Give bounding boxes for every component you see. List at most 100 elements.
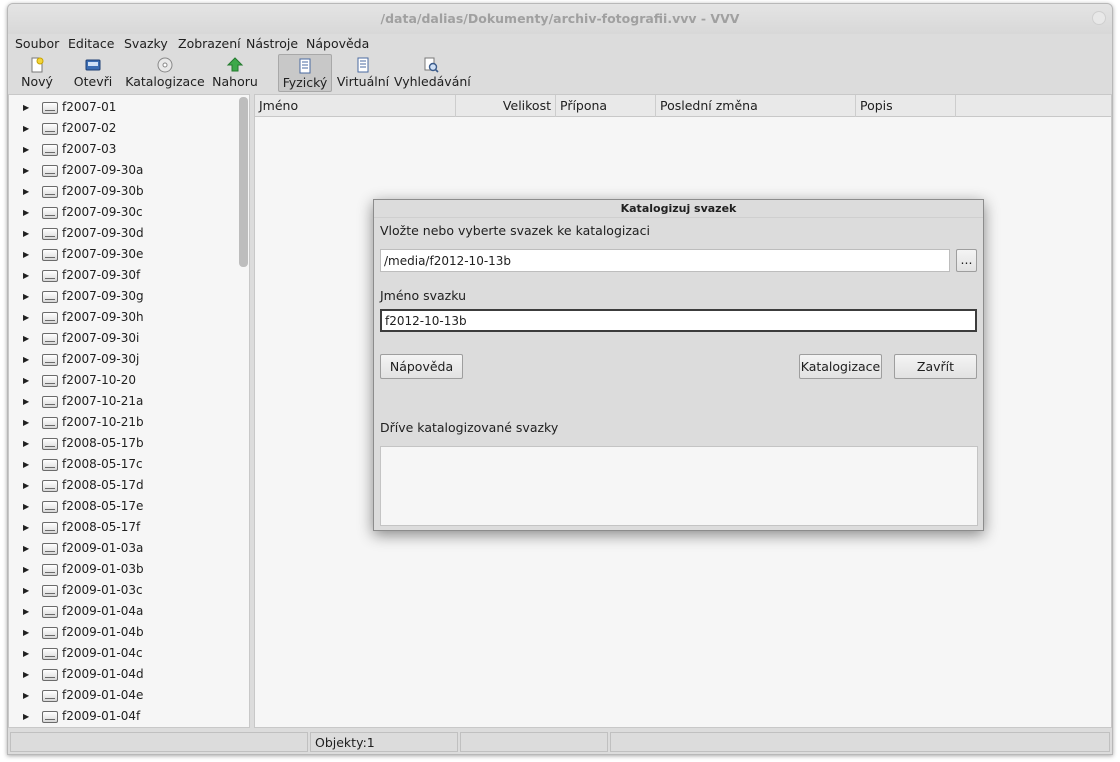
tree-item[interactable]: ▶ f2009-01-03a <box>9 538 237 559</box>
tree-item[interactable]: ▶ f2007-09-30a <box>9 160 237 181</box>
tree-item-label: f2008-05-17f <box>62 520 141 534</box>
expand-arrow-icon[interactable]: ▶ <box>23 286 29 307</box>
close-button[interactable]: Zavřít <box>894 354 977 379</box>
tree-item[interactable]: ▶ f2008-05-17c <box>9 454 237 475</box>
expand-arrow-icon[interactable]: ▶ <box>23 643 29 664</box>
tree-item-label: f2007-09-30j <box>62 352 140 366</box>
column-description[interactable]: Popis <box>856 95 956 117</box>
tree-item[interactable]: ▶ f2007-09-30h <box>9 307 237 328</box>
expand-arrow-icon[interactable]: ▶ <box>23 307 29 328</box>
tree-item-label: f2008-05-17e <box>62 499 144 513</box>
expand-arrow-icon[interactable]: ▶ <box>23 349 29 370</box>
tree-item-label: f2007-09-30e <box>62 247 144 261</box>
tree-item[interactable]: ▶ f2008-05-17b <box>9 433 237 454</box>
tree-item[interactable]: ▶ f2007-09-30g <box>9 286 237 307</box>
expand-arrow-icon[interactable]: ▶ <box>23 370 29 391</box>
column-extension[interactable]: Přípona <box>556 95 656 117</box>
tree-item[interactable]: ▶ f2007-09-30j <box>9 349 237 370</box>
expand-arrow-icon[interactable]: ▶ <box>23 475 29 496</box>
tree-item-label: f2009-01-04d <box>62 667 144 681</box>
physical-view-button[interactable]: Fyzický <box>278 54 332 92</box>
tree-item[interactable]: ▶ f2009-01-04d <box>9 664 237 685</box>
open-button[interactable]: Otevři <box>70 54 116 92</box>
catalog-button[interactable]: Katalogizace <box>124 54 206 92</box>
expand-arrow-icon[interactable]: ▶ <box>23 202 29 223</box>
tree-item[interactable]: ▶ f2009-01-03c <box>9 580 237 601</box>
tree-item[interactable]: ▶ f2007-09-30f <box>9 265 237 286</box>
expand-arrow-icon[interactable]: ▶ <box>23 118 29 139</box>
tree-item-label: f2007-09-30i <box>62 331 140 345</box>
tree-item[interactable]: ▶ f2007-02 <box>9 118 237 139</box>
column-size[interactable]: Velikost <box>456 95 556 117</box>
tree-item[interactable]: ▶ f2007-09-30d <box>9 223 237 244</box>
disk-icon <box>42 669 58 681</box>
tree-item[interactable]: ▶ f2008-05-17f <box>9 517 237 538</box>
tree-scrollbar[interactable] <box>239 97 248 267</box>
expand-arrow-icon[interactable]: ▶ <box>23 412 29 433</box>
up-button[interactable]: Nahoru <box>212 54 258 92</box>
tree-item[interactable]: ▶ f2007-03 <box>9 139 237 160</box>
browse-button[interactable]: ... <box>956 249 977 272</box>
expand-arrow-icon[interactable]: ▶ <box>23 433 29 454</box>
previous-volumes-list[interactable] <box>380 446 978 526</box>
tree-item[interactable]: ▶ f2007-01 <box>9 97 237 118</box>
expand-arrow-icon[interactable]: ▶ <box>23 685 29 706</box>
expand-arrow-icon[interactable]: ▶ <box>23 181 29 202</box>
tree-item[interactable]: ▶ f2007-10-21b <box>9 412 237 433</box>
tree-item[interactable]: ▶ f2007-09-30c <box>9 202 237 223</box>
expand-arrow-icon[interactable]: ▶ <box>23 97 29 118</box>
tree-item[interactable]: ▶ f2007-10-20 <box>9 370 237 391</box>
window-close-button[interactable] <box>1092 11 1106 25</box>
volume-name-input[interactable] <box>380 309 977 332</box>
expand-arrow-icon[interactable]: ▶ <box>23 664 29 685</box>
disk-icon <box>42 207 58 219</box>
column-name[interactable]: Jméno <box>255 95 456 117</box>
menu-zobrazeni[interactable]: Zobrazení <box>178 34 241 54</box>
list-view-icon <box>296 58 314 74</box>
expand-arrow-icon[interactable]: ▶ <box>23 538 29 559</box>
expand-arrow-icon[interactable]: ▶ <box>23 244 29 265</box>
tree-item[interactable]: ▶ f2007-09-30b <box>9 181 237 202</box>
expand-arrow-icon[interactable]: ▶ <box>23 223 29 244</box>
expand-arrow-icon[interactable]: ▶ <box>23 559 29 580</box>
tree-item[interactable]: ▶ f2007-10-21a <box>9 391 237 412</box>
path-input[interactable] <box>380 249 950 272</box>
expand-arrow-icon[interactable]: ▶ <box>23 139 29 160</box>
catalog-confirm-button[interactable]: Katalogizace <box>799 354 882 379</box>
tree-item[interactable]: ▶ f2009-01-04f <box>9 706 237 727</box>
tree-item[interactable]: ▶ f2009-01-04e <box>9 685 237 706</box>
expand-arrow-icon[interactable]: ▶ <box>23 265 29 286</box>
tree-item[interactable]: ▶ f2008-05-17d <box>9 475 237 496</box>
expand-arrow-icon[interactable]: ▶ <box>23 601 29 622</box>
tree-item[interactable]: ▶ f2009-01-04a <box>9 601 237 622</box>
menu-napoveda[interactable]: Nápověda <box>306 34 369 54</box>
expand-arrow-icon[interactable]: ▶ <box>23 706 29 727</box>
expand-arrow-icon[interactable]: ▶ <box>23 496 29 517</box>
help-button[interactable]: Nápověda <box>380 354 463 379</box>
disk-icon <box>42 186 58 198</box>
new-button[interactable]: Nový <box>16 54 58 92</box>
search-button[interactable]: Vyhledávání <box>394 54 471 92</box>
tree-item[interactable]: ▶ f2009-01-04c <box>9 643 237 664</box>
expand-arrow-icon[interactable]: ▶ <box>23 391 29 412</box>
volume-tree[interactable]: ▶ f2007-01 ▶ f2007-02 ▶ f2007-03 ▶ f2007-09-30a… <box>8 94 250 728</box>
expand-arrow-icon[interactable]: ▶ <box>23 328 29 349</box>
expand-arrow-icon[interactable]: ▶ <box>23 622 29 643</box>
menu-editace[interactable]: Editace <box>68 34 114 54</box>
status-cell-4 <box>610 732 1110 752</box>
tree-item[interactable]: ▶ f2008-05-17e <box>9 496 237 517</box>
status-bar: Objekty:1 <box>8 730 1112 754</box>
expand-arrow-icon[interactable]: ▶ <box>23 454 29 475</box>
menu-svazky[interactable]: Svazky <box>124 34 168 54</box>
column-modified[interactable]: Poslední změna <box>656 95 856 117</box>
tree-item[interactable]: ▶ f2007-09-30e <box>9 244 237 265</box>
expand-arrow-icon[interactable]: ▶ <box>23 160 29 181</box>
tree-item[interactable]: ▶ f2009-01-04b <box>9 622 237 643</box>
tree-item[interactable]: ▶ f2009-01-03b <box>9 559 237 580</box>
menu-soubor[interactable]: Soubor <box>15 34 59 54</box>
expand-arrow-icon[interactable]: ▶ <box>23 580 29 601</box>
virtual-view-button[interactable]: Virtuální <box>336 54 390 92</box>
menu-nastroje[interactable]: Nástroje <box>246 34 298 54</box>
expand-arrow-icon[interactable]: ▶ <box>23 517 29 538</box>
tree-item[interactable]: ▶ f2007-09-30i <box>9 328 237 349</box>
